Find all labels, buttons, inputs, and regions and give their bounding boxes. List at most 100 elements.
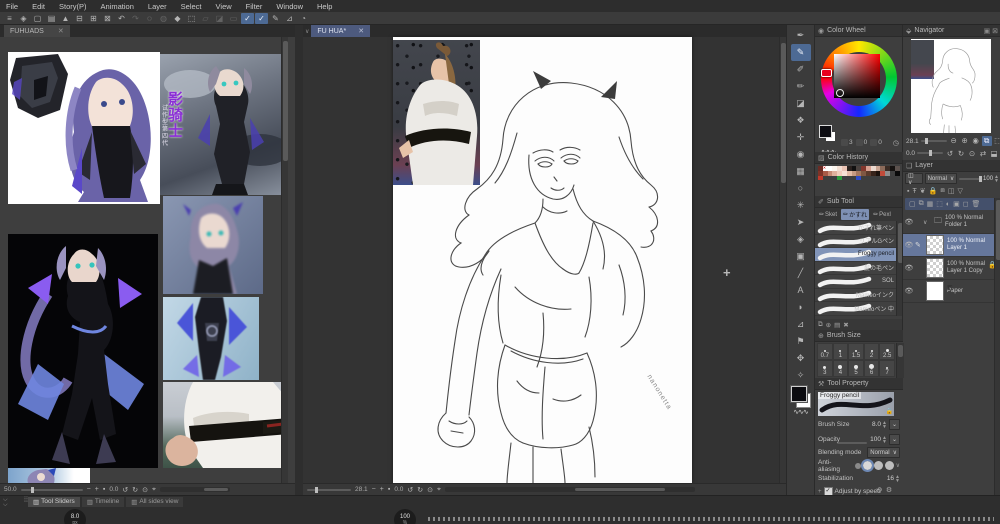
toolbar-icon[interactable]: ⊠ bbox=[101, 13, 114, 24]
toolbar-icon[interactable]: ↶ bbox=[115, 13, 128, 24]
brush-item[interactable]: Froggy pencil bbox=[815, 248, 896, 262]
menu-item[interactable]: Layer bbox=[148, 2, 167, 11]
brush-item[interactable]: Mameoペン 中 bbox=[815, 302, 896, 316]
navigator-rotate-icon[interactable]: ↺ bbox=[945, 149, 955, 158]
menu-item[interactable]: Edit bbox=[32, 2, 45, 11]
layer-command-icon[interactable]: ◻ bbox=[963, 200, 969, 208]
reference-image-character-white[interactable] bbox=[8, 52, 160, 204]
layer-command-icon[interactable]: ⧉ bbox=[919, 200, 924, 208]
layer-command-icon[interactable]: 🗑 bbox=[972, 200, 981, 208]
tool-icon[interactable]: ⊿ bbox=[791, 316, 811, 333]
foreground-color[interactable] bbox=[789, 385, 808, 403]
navigator-zoom-icon[interactable]: ⧉ bbox=[981, 136, 992, 146]
sub-tool-footer-icon[interactable]: ▤ bbox=[834, 321, 840, 329]
sv-marker[interactable] bbox=[836, 89, 844, 97]
canvas-zoom-slider[interactable] bbox=[307, 486, 351, 493]
brush-size-value[interactable]: 8.0 bbox=[872, 421, 881, 428]
layer-visibility-icon[interactable]: 👁 bbox=[903, 287, 915, 295]
reference-h-scrollbar[interactable] bbox=[159, 487, 230, 492]
navigator-rotation-slider[interactable] bbox=[917, 150, 944, 156]
reference-image-closeup[interactable] bbox=[163, 196, 263, 294]
tool-icon[interactable]: ◪ bbox=[791, 95, 811, 112]
rotate-right-icon[interactable]: ↻ bbox=[132, 486, 138, 494]
brush-item[interactable]: リアルGペン bbox=[815, 234, 896, 248]
toolbar-icon[interactable]: ✓ bbox=[241, 12, 254, 24]
layer-tool-icon[interactable]: ❦ bbox=[920, 187, 926, 195]
menu-item[interactable]: View bbox=[216, 2, 232, 11]
menu-item[interactable]: Select bbox=[181, 2, 202, 11]
color-slot-icon[interactable] bbox=[841, 139, 848, 146]
layer-command-icon[interactable]: ▢ bbox=[909, 200, 916, 208]
toolbar-icon[interactable]: ▤ bbox=[45, 13, 58, 24]
reset-icon[interactable]: ⊙ bbox=[142, 486, 148, 494]
tool-icon[interactable]: ╱ bbox=[791, 265, 811, 282]
drawing-canvas[interactable]: nanonetta bbox=[393, 37, 692, 483]
sub-tool-group-tab[interactable]: ✏ Sket bbox=[817, 210, 839, 219]
blend-mode-select[interactable]: Normal ∨ bbox=[924, 173, 958, 184]
brush-item[interactable]: SOL bbox=[815, 275, 896, 289]
reference-zoom-slider[interactable] bbox=[20, 486, 83, 493]
brush-size-option[interactable]: 2 bbox=[863, 343, 880, 360]
zoom-out-icon[interactable]: − bbox=[372, 486, 376, 493]
toolbar-icon[interactable]: ⊞ bbox=[87, 13, 100, 24]
toolbar-icon[interactable]: ✎ bbox=[269, 13, 282, 24]
layer-tool-icon[interactable]: 🔒 bbox=[929, 187, 938, 195]
rotate-left-icon[interactable]: ↺ bbox=[407, 486, 413, 494]
aa-medium-option[interactable] bbox=[873, 461, 883, 470]
toolbar-icon[interactable]: ◆ bbox=[171, 13, 184, 24]
tool-icon[interactable]: ✎ bbox=[790, 44, 811, 61]
color-history-clock-icon[interactable]: ◷ bbox=[893, 139, 899, 147]
color-slot-icon[interactable] bbox=[855, 139, 863, 146]
wrench-icon[interactable]: ⚙ bbox=[886, 486, 892, 494]
toolbar-icon[interactable]: ◍ bbox=[157, 13, 170, 24]
panel-divider[interactable] bbox=[295, 25, 303, 495]
sub-tool-footer-icon[interactable]: ⧉ bbox=[818, 321, 823, 329]
navigator-rotate-icon[interactable]: ⇄ bbox=[978, 149, 988, 158]
foreground-background-swatch[interactable] bbox=[789, 385, 811, 408]
sub-tool-group-tab[interactable]: ✏ Pexl bbox=[871, 210, 893, 219]
navigator-zoom-icon[interactable]: ⊕ bbox=[960, 136, 970, 146]
toolbar-icon[interactable]: ⊿ bbox=[283, 13, 296, 24]
reference-image-face-small[interactable] bbox=[8, 468, 90, 483]
navigator-zoom-icon[interactable]: ◉ bbox=[971, 136, 981, 146]
toolbar-icon[interactable]: ≡ bbox=[3, 13, 16, 24]
toolbar-icon[interactable]: ◪ bbox=[213, 13, 226, 24]
stabilization-value[interactable]: 16 bbox=[887, 475, 894, 482]
tool-icon[interactable]: ✳ bbox=[791, 197, 811, 214]
reference-image-karate[interactable] bbox=[163, 382, 288, 468]
tool-icon[interactable]: A bbox=[791, 282, 811, 299]
brush-size-option[interactable]: 5 bbox=[848, 360, 864, 377]
panel-options-icon[interactable]: ▣ ⊠ bbox=[984, 27, 998, 35]
bottom-tab[interactable]: ▥ Tool Sliders bbox=[28, 496, 80, 507]
toolbar-icon[interactable]: ◌ bbox=[143, 13, 156, 24]
tool-icon[interactable]: ✥ bbox=[791, 350, 811, 367]
toolbar-icon[interactable]: ⬚ bbox=[185, 13, 198, 24]
toolbar-icon[interactable]: ◔ bbox=[297, 13, 310, 24]
tool-icon[interactable]: ▦ bbox=[791, 163, 811, 180]
layer-opacity-slider[interactable] bbox=[959, 175, 983, 182]
bottom-tab[interactable]: ▥ Timeline bbox=[81, 496, 125, 507]
zoom-in-icon[interactable]: + bbox=[95, 486, 99, 493]
toolbar-icon[interactable]: ▱ bbox=[199, 13, 212, 24]
layer-thumbnail[interactable]: ◩ bbox=[926, 235, 944, 255]
zoom-reset-icon[interactable]: ▪ bbox=[103, 486, 105, 493]
close-icon[interactable]: ✕ bbox=[358, 27, 364, 35]
aa-weak-option[interactable] bbox=[860, 459, 874, 472]
sub-tool-footer-icon[interactable]: ⊕ bbox=[826, 321, 831, 329]
brush-size-option[interactable]: 1 bbox=[832, 343, 849, 360]
zoom-out-icon[interactable]: − bbox=[87, 486, 91, 493]
hue-marker[interactable] bbox=[821, 69, 832, 77]
toolbar-icon[interactable]: ◈ bbox=[17, 13, 30, 24]
fit-icon[interactable]: ⌖ bbox=[437, 486, 441, 494]
brush-size-option[interactable]: 0.7 bbox=[817, 343, 833, 360]
folder-expand-icon[interactable]: ∨ bbox=[923, 219, 931, 226]
reference-images[interactable]: 影骑士 试作型第四代 bbox=[0, 37, 288, 483]
brush-size-option[interactable]: 2.5 bbox=[879, 343, 895, 360]
chevron-down-icon[interactable]: ∨ bbox=[896, 462, 900, 469]
layer-visibility-icon[interactable]: 👁 bbox=[903, 218, 915, 226]
color-slot-icon[interactable] bbox=[870, 139, 878, 146]
color-swatch[interactable] bbox=[895, 176, 900, 181]
brush-item[interactable]: 髪の毛ペン bbox=[815, 261, 896, 275]
opacity-value[interactable]: 100 bbox=[870, 436, 881, 443]
tool-icon[interactable]: ➤ bbox=[791, 214, 811, 231]
